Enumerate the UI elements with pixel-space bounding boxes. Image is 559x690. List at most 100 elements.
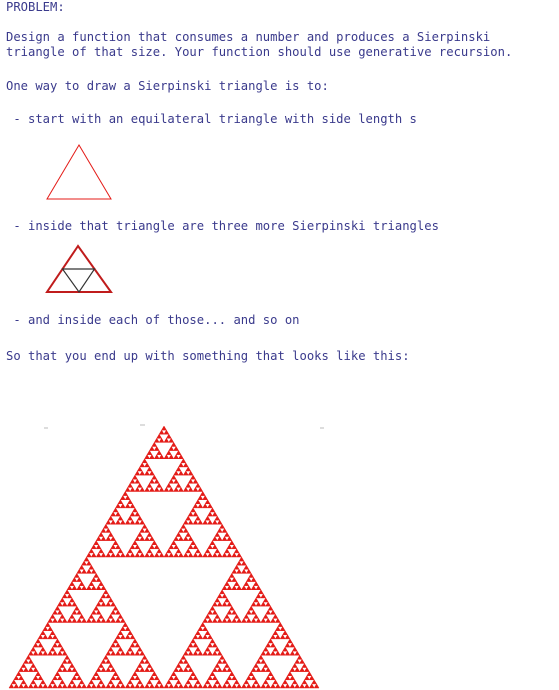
fractal-triangle [93, 540, 100, 545]
fractal-triangle [161, 425, 167, 431]
fractal-triangle [178, 658, 184, 664]
fractal-triangle [42, 650, 49, 656]
fractal-triangle [115, 544, 121, 550]
fractal-triangle [260, 601, 267, 607]
fractal-triangle [255, 617, 262, 623]
fractal-triangle [107, 597, 114, 603]
fractal-triangle [178, 527, 184, 533]
fractal-triangle [168, 445, 175, 451]
fractal-triangle [299, 658, 305, 664]
fractal-triangle [98, 597, 104, 603]
fractal-triangle [182, 683, 189, 689]
fractal-triangle [69, 597, 75, 603]
fractal-triangle [216, 552, 223, 558]
fractal-triangle [241, 568, 247, 574]
fractal-triangle [226, 675, 233, 681]
fractal-triangle [149, 552, 155, 558]
fractal-triangle [153, 544, 160, 550]
fractal-triangle [204, 499, 211, 505]
fractal-triangle [272, 646, 279, 652]
fractal-triangle [265, 650, 272, 656]
fractal-triangle [100, 667, 107, 672]
fractal-triangle [265, 667, 272, 672]
fractal-triangle [136, 482, 143, 488]
fractal-triangle [221, 617, 228, 623]
fractal-triangle [243, 581, 250, 586]
fractal-triangle [180, 654, 187, 660]
fractal-triangle [139, 536, 146, 541]
fractal-triangle [149, 683, 155, 689]
fractal-triangle [168, 454, 175, 459]
fractal-triangle [165, 548, 172, 554]
problem-line-2: triangle of that size. Your function sho… [6, 45, 513, 59]
fractal-triangle [105, 667, 112, 672]
fractal-triangle [132, 474, 138, 480]
fractal-triangle [282, 646, 288, 652]
fractal-triangle [139, 658, 146, 664]
fractal-triangle [134, 675, 141, 681]
fractal-triangle [129, 642, 136, 648]
fractal-triangle [107, 613, 114, 619]
fractal-triangle [231, 585, 238, 590]
fractal-triangle [141, 458, 148, 464]
fractal-triangle [37, 650, 44, 656]
fractal-triangle [107, 679, 114, 685]
fractal-triangle [110, 536, 117, 541]
fractal-triangle [124, 634, 131, 640]
fractal-triangle [20, 662, 27, 668]
fractal-triangle [139, 462, 146, 468]
fractal-triangle [110, 617, 117, 623]
fractal-triangle [78, 613, 85, 619]
fractal-triangle [95, 683, 102, 689]
fractal-triangle [202, 503, 209, 509]
fractal-triangle [241, 585, 247, 590]
fractal-triangle [299, 667, 305, 672]
fractal-triangle [173, 470, 179, 476]
fractal-triangle [270, 634, 276, 640]
fractal-triangle [122, 622, 129, 627]
fractal-triangle [139, 486, 146, 492]
fractal-triangle [187, 511, 194, 517]
fractal-triangle [107, 662, 114, 668]
fractal-triangle [127, 646, 133, 652]
fractal-triangle [73, 605, 80, 611]
fractal-triangle [153, 437, 160, 443]
fractal-triangle [110, 544, 117, 550]
fractal-triangle [100, 658, 107, 664]
fractal-triangle [211, 650, 218, 656]
fractal-triangle [47, 683, 54, 689]
fractal-triangle [182, 527, 189, 533]
fractal-triangle [197, 495, 204, 500]
fractal-triangle [228, 671, 235, 676]
fractal-triangle [202, 495, 209, 500]
fractal-triangle [146, 531, 153, 537]
fractal-triangle [224, 613, 230, 619]
fractal-triangle [144, 462, 150, 468]
fractal-triangle [224, 662, 230, 668]
fractal-triangle [233, 679, 240, 685]
fractal-triangle [66, 585, 73, 590]
fractal-triangle [139, 650, 146, 656]
fractal-triangle [211, 683, 218, 689]
fractal-triangle [204, 679, 211, 685]
fractal-triangle [129, 675, 136, 681]
fractal-triangle [216, 593, 223, 599]
fractal-triangle [241, 683, 247, 689]
fractal-triangle [279, 650, 286, 656]
fractal-triangle [211, 667, 218, 672]
fractal-triangle [182, 486, 189, 492]
fractal-triangle [274, 683, 281, 689]
fractal-triangle [100, 601, 107, 607]
fractal-triangle [192, 511, 199, 517]
fractal-triangle [265, 642, 272, 648]
fractal-triangle [71, 601, 78, 607]
fractal-triangle [214, 662, 221, 668]
fractal-triangle [27, 650, 34, 656]
fractal-triangle [168, 437, 175, 443]
fractal-triangle [165, 679, 172, 685]
fractal-triangle [81, 568, 87, 574]
fractal-triangle [66, 617, 73, 623]
fractal-triangle [54, 638, 61, 644]
fractal-triangle [86, 560, 92, 566]
fractal-triangle [66, 601, 73, 607]
